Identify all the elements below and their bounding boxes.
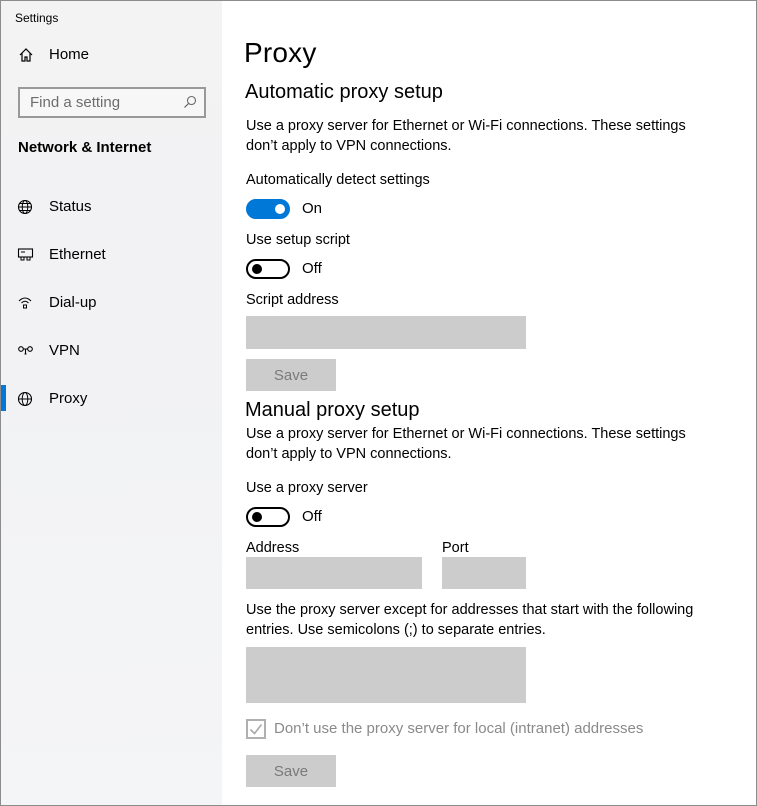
manual-proxy-heading: Manual proxy setup xyxy=(245,399,420,421)
home-nav-item[interactable]: Home xyxy=(1,39,222,71)
main-content: Proxy Automatic proxy setup Use a proxy … xyxy=(222,1,756,805)
exceptions-description: Use the proxy server except for addresse… xyxy=(246,602,694,638)
home-icon xyxy=(18,47,34,63)
port-label: Port xyxy=(442,540,469,556)
local-addresses-label: Don’t use the proxy server for local (in… xyxy=(274,720,644,737)
use-proxy-state: Off xyxy=(302,508,322,525)
sidebar-section-title: Network & Internet xyxy=(18,139,152,156)
search-icon[interactable] xyxy=(183,95,197,109)
setup-script-label: Use setup script xyxy=(246,232,350,248)
auto-detect-toggle[interactable] xyxy=(246,199,290,219)
use-proxy-label: Use a proxy server xyxy=(246,480,368,496)
sidebar-item-dialup[interactable]: Dial-up xyxy=(1,285,222,321)
auto-detect-state: On xyxy=(302,200,323,217)
exceptions-field[interactable] xyxy=(246,647,526,703)
sidebar-item-vpn[interactable]: VPN xyxy=(1,333,222,369)
search-input[interactable]: Find a setting xyxy=(18,87,206,118)
selected-indicator xyxy=(1,385,6,411)
toggle-knob xyxy=(275,204,285,214)
auto-detect-label: Automatically detect settings xyxy=(246,172,430,188)
app-title: Settings xyxy=(15,11,59,25)
globe-status-icon xyxy=(17,199,35,215)
auto-proxy-heading: Automatic proxy setup xyxy=(245,81,443,103)
search-placeholder: Find a setting xyxy=(30,94,121,111)
settings-window: Settings Home Find a setting Network & I… xyxy=(0,0,757,806)
manual-save-button[interactable]: Save xyxy=(246,755,336,787)
sidebar-item-ethernet[interactable]: Ethernet xyxy=(1,237,222,273)
sidebar-item-status[interactable]: Status xyxy=(1,189,222,225)
manual-proxy-description: Use a proxy server for Ethernet or Wi-Fi… xyxy=(246,426,686,462)
setup-script-state: Off xyxy=(302,260,322,277)
address-label: Address xyxy=(246,540,300,556)
home-label: Home xyxy=(49,46,90,63)
local-addresses-checkbox[interactable] xyxy=(246,719,266,739)
page-title: Proxy xyxy=(244,37,317,68)
address-field[interactable] xyxy=(246,557,422,589)
checkmark-icon xyxy=(249,724,263,735)
ethernet-icon xyxy=(17,247,35,263)
toggle-knob xyxy=(252,264,262,274)
use-proxy-toggle[interactable] xyxy=(246,507,290,527)
sidebar-item-label: Ethernet xyxy=(49,246,106,263)
auto-save-button[interactable]: Save xyxy=(246,359,336,391)
auto-proxy-description: Use a proxy server for Ethernet or Wi-Fi… xyxy=(246,118,686,154)
port-field[interactable] xyxy=(442,557,526,589)
sidebar-item-label: Status xyxy=(49,198,92,215)
script-address-field[interactable] xyxy=(246,316,526,349)
dialup-icon xyxy=(17,295,35,311)
sidebar-item-label: Proxy xyxy=(49,390,88,407)
toggle-knob xyxy=(252,512,262,522)
setup-script-toggle[interactable] xyxy=(246,259,290,279)
script-address-label: Script address xyxy=(246,292,339,308)
sidebar-item-proxy[interactable]: Proxy xyxy=(1,381,222,417)
sidebar-item-label: Dial-up xyxy=(49,294,97,311)
globe-icon xyxy=(17,391,35,407)
sidebar-item-label: VPN xyxy=(49,342,80,359)
vpn-icon xyxy=(17,343,35,359)
sidebar: Settings Home Find a setting Network & I… xyxy=(1,1,222,805)
